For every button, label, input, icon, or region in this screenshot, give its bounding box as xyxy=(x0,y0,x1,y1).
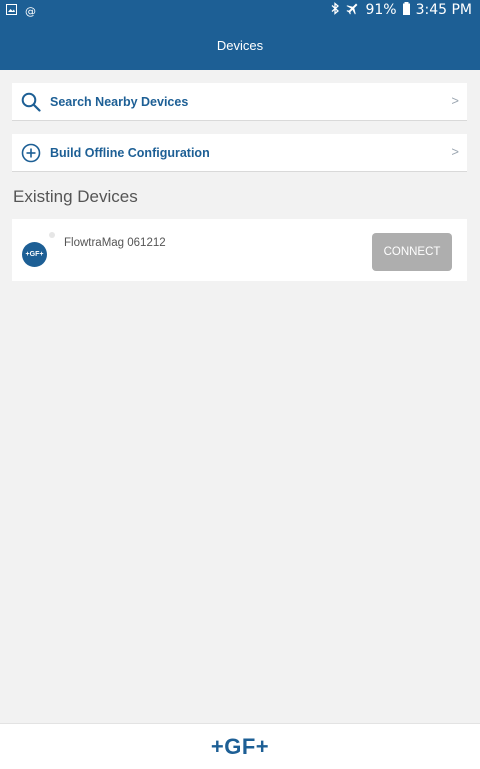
status-bar: @ 91% 3:45 PM xyxy=(0,0,480,20)
battery-icon xyxy=(402,1,410,19)
connect-button[interactable]: CONNECT xyxy=(372,233,452,271)
connection-status-dot xyxy=(49,232,55,238)
bluetooth-icon xyxy=(331,1,340,19)
device-logo: +GF+ xyxy=(22,242,47,267)
at-icon: @ xyxy=(25,4,36,18)
build-offline-configuration-button[interactable]: Build Offline Configuration > xyxy=(12,134,467,172)
airplane-icon xyxy=(346,2,359,19)
page-title: Devices xyxy=(216,37,264,53)
app-bar: Devices xyxy=(0,20,480,70)
search-nearby-devices-label: Search Nearby Devices xyxy=(50,94,189,109)
search-icon xyxy=(20,91,42,113)
build-offline-configuration-label: Build Offline Configuration xyxy=(50,145,210,160)
chevron-right-icon: > xyxy=(451,93,459,108)
search-nearby-devices-button[interactable]: Search Nearby Devices > xyxy=(12,83,467,121)
device-list-item[interactable]: +GF+ FlowtraMag 061212 CONNECT xyxy=(12,219,467,281)
existing-devices-heading: Existing Devices xyxy=(13,187,138,206)
battery-level: 91% xyxy=(365,2,397,18)
chevron-right-icon: > xyxy=(451,144,459,159)
device-name: FlowtraMag 061212 xyxy=(64,237,166,249)
footer: +GF+ xyxy=(0,723,480,769)
plus-circle-icon xyxy=(20,142,42,164)
image-icon xyxy=(6,3,17,19)
gf-logo: +GF+ xyxy=(210,733,270,759)
clock: 3:45 PM xyxy=(415,2,472,18)
